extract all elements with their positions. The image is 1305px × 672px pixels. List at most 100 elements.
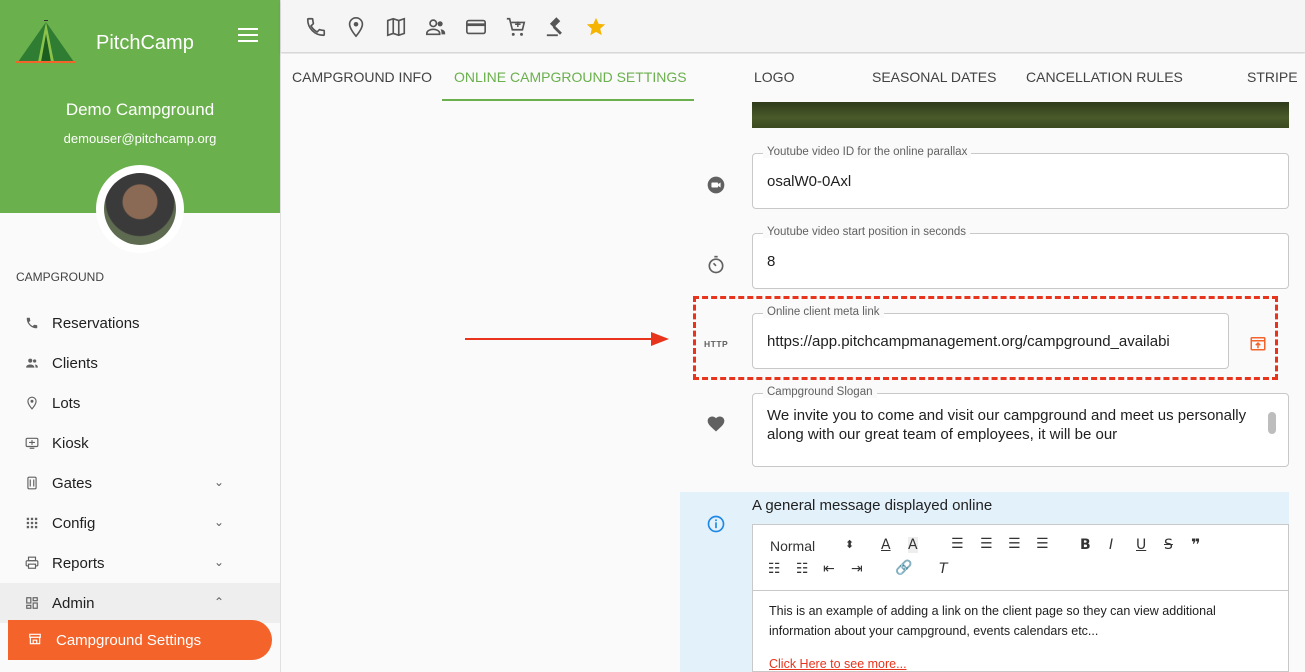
- text-color-icon[interactable]: A: [881, 537, 891, 553]
- cart-icon[interactable]: [505, 16, 527, 38]
- tab-campground-info[interactable]: CAMPGROUND INFO: [292, 69, 432, 85]
- tab-logo[interactable]: LOGO: [754, 69, 794, 85]
- youtube-id-field[interactable]: Youtube video ID for the online parallax…: [752, 146, 1289, 209]
- background-color-icon[interactable]: A: [908, 537, 918, 553]
- sidebar-item-admin[interactable]: Admin ⌃: [0, 583, 280, 623]
- timer-icon: [708, 255, 724, 274]
- kiosk-icon: [24, 435, 40, 451]
- select-arrow-icon: ⬍: [845, 539, 855, 551]
- bold-icon[interactable]: B: [1080, 537, 1091, 553]
- hamburger-menu-icon[interactable]: [238, 28, 258, 44]
- sidebar-item-config[interactable]: Config ⌄: [0, 503, 280, 543]
- youtube-id-value[interactable]: osalW0-0Axl: [767, 173, 1276, 190]
- align-right-icon[interactable]: ☰: [1008, 536, 1021, 552]
- parallax-image-preview: [752, 102, 1289, 128]
- scrollbar[interactable]: [1268, 412, 1276, 434]
- sidebar-item-label: Reservations: [52, 314, 140, 332]
- user-email: demouser@pitchcamp.org: [63, 131, 217, 146]
- people-icon[interactable]: [425, 16, 447, 38]
- printer-icon: [24, 555, 40, 571]
- message-body[interactable]: This is an example of adding a link on t…: [769, 601, 1269, 641]
- tent-logo-icon: [16, 20, 76, 63]
- sidebar-item-label: Kiosk: [52, 434, 89, 452]
- store-icon: [28, 632, 44, 648]
- slogan-field[interactable]: Campground Slogan We invite you to come …: [752, 386, 1289, 467]
- sidebar-item-clients[interactable]: Clients: [0, 343, 280, 383]
- open-link-icon[interactable]: [1249, 334, 1267, 352]
- brand-name: PitchCamp: [96, 32, 194, 54]
- meta-link-value[interactable]: https://app.pitchcampmanagement.org/camp…: [767, 333, 1216, 350]
- youtube-start-field[interactable]: Youtube video start position in seconds …: [752, 226, 1289, 289]
- format-select[interactable]: Normal: [770, 538, 815, 554]
- blockquote-icon[interactable]: ❞: [1191, 535, 1200, 554]
- editor-toolbar: Normal ⬍ A A ☰ ☰ ☰ ☰ B I U S ❞ ☷ ☷ ⇤ ⇥ 🔗…: [753, 525, 1288, 591]
- italic-icon[interactable]: I: [1109, 537, 1113, 553]
- field-label: Online client meta link: [763, 306, 884, 318]
- people-icon: [24, 355, 40, 371]
- phone-icon[interactable]: [305, 16, 327, 38]
- chevron-up-icon[interactable]: ⌃: [214, 595, 224, 609]
- heart-icon: [707, 416, 725, 432]
- sidebar-item-label: Lots: [52, 394, 81, 412]
- meta-link-field[interactable]: Online client meta link https://app.pitc…: [752, 306, 1229, 369]
- align-justify-icon[interactable]: ☰: [1036, 536, 1049, 552]
- sidebar-item-reservations[interactable]: Reservations: [0, 303, 280, 343]
- grid-icon: [24, 515, 40, 531]
- video-camera-icon: [707, 176, 725, 194]
- sidebar-nav: Reservations Clients Lots Kiosk Gates ⌄ …: [0, 303, 280, 623]
- ordered-list-icon[interactable]: ☷: [768, 561, 781, 577]
- bullet-list-icon[interactable]: ☷: [796, 561, 809, 577]
- sidebar-item-lots[interactable]: Lots: [0, 383, 280, 423]
- link-icon[interactable]: 🔗: [895, 560, 912, 576]
- sidebar-item-label: Gates: [52, 474, 93, 492]
- dashboard-icon: [24, 595, 40, 611]
- chevron-down-icon[interactable]: ⌄: [214, 475, 224, 489]
- underline-icon[interactable]: U: [1136, 537, 1146, 553]
- tab-online-campground-settings[interactable]: ONLINE CAMPGROUND SETTINGS: [454, 69, 687, 85]
- message-link[interactable]: Click Here to see more...: [769, 657, 907, 671]
- location-pin-icon[interactable]: [345, 16, 367, 38]
- youtube-start-value[interactable]: 8: [767, 253, 1276, 270]
- http-label: HTTP: [704, 339, 729, 349]
- message-title: A general message displayed online: [752, 497, 993, 514]
- map-icon[interactable]: [385, 16, 407, 38]
- sidebar-item-label: Clients: [52, 354, 98, 372]
- sidebar-item-campground-settings[interactable]: Campground Settings: [8, 620, 272, 660]
- outdent-icon[interactable]: ⇤: [823, 561, 835, 577]
- sidebar-item-kiosk[interactable]: Kiosk: [0, 423, 280, 463]
- pointer-arrow: [465, 332, 669, 346]
- rich-text-editor[interactable]: Normal ⬍ A A ☰ ☰ ☰ ☰ B I U S ❞ ☷ ☷ ⇤ ⇥ 🔗…: [752, 524, 1289, 672]
- strikethrough-icon[interactable]: S: [1164, 537, 1173, 553]
- clear-format-icon[interactable]: T: [939, 561, 948, 577]
- align-left-icon[interactable]: ☰: [951, 536, 964, 552]
- chevron-down-icon[interactable]: ⌄: [214, 555, 224, 569]
- gavel-icon[interactable]: [545, 16, 567, 38]
- campground-name: Demo Campground: [65, 100, 215, 119]
- settings-tabs: CAMPGROUND INFO ONLINE CAMPGROUND SETTIN…: [281, 54, 1305, 102]
- field-label: Youtube video start position in seconds: [763, 226, 971, 238]
- sidebar-section-title: CAMPGROUND: [16, 270, 105, 284]
- align-center-icon[interactable]: ☰: [980, 536, 993, 552]
- sidebar-item-reports[interactable]: Reports ⌄: [0, 543, 280, 583]
- tab-stripe[interactable]: STRIPE: [1247, 69, 1298, 85]
- active-tab-indicator: [442, 99, 694, 101]
- sidebar-item-gates[interactable]: Gates ⌄: [0, 463, 280, 503]
- sidebar-sub-label: Campground Settings: [56, 631, 202, 649]
- top-toolbar: [281, 0, 1305, 53]
- sidebar-item-label: Config: [52, 514, 96, 532]
- gate-icon: [24, 475, 40, 491]
- sidebar-item-label: Reports: [52, 554, 105, 572]
- star-icon[interactable]: [585, 16, 607, 38]
- chevron-down-icon[interactable]: ⌄: [214, 515, 224, 529]
- field-label: Campground Slogan: [763, 386, 877, 398]
- tab-seasonal-dates[interactable]: SEASONAL DATES: [872, 69, 996, 85]
- phone-icon: [24, 315, 40, 331]
- field-label: Youtube video ID for the online parallax: [763, 146, 972, 158]
- indent-icon[interactable]: ⇥: [851, 561, 863, 577]
- credit-card-icon[interactable]: [465, 16, 487, 38]
- avatar[interactable]: [96, 165, 184, 253]
- tab-cancellation-rules[interactable]: CANCELLATION RULES: [1026, 69, 1183, 85]
- slogan-value[interactable]: We invite you to come and visit our camp…: [767, 406, 1264, 446]
- sidebar: PitchCamp Demo Campground demouser@pitch…: [0, 0, 281, 672]
- location-pin-icon: [24, 395, 40, 411]
